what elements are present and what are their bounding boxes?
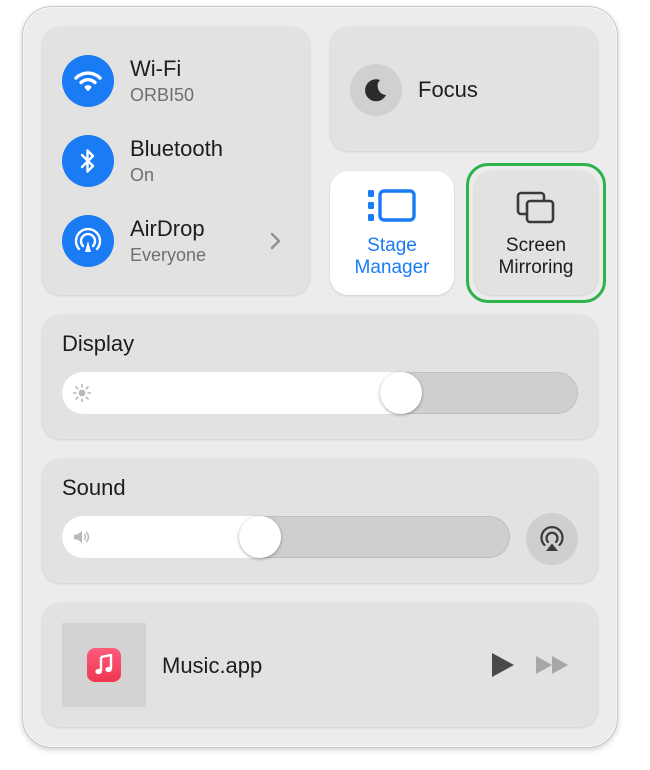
bluetooth-title: Bluetooth [130, 136, 223, 161]
wifi-network-name: ORBI50 [130, 85, 195, 105]
sun-icon [72, 383, 92, 403]
bluetooth-icon[interactable] [62, 135, 114, 187]
focus-label: Focus [418, 77, 478, 102]
stage-manager-tile[interactable]: Stage Manager [330, 171, 454, 295]
fast-forward-icon[interactable] [534, 653, 572, 677]
album-art[interactable] [62, 623, 146, 707]
airdrop-visibility: Everyone [130, 245, 207, 265]
wifi-toggle[interactable]: Wi-Fi ORBI50 [62, 52, 302, 110]
stage-manager-icon [368, 189, 416, 222]
airdrop-toggle[interactable]: AirDrop Everyone [62, 212, 302, 270]
volume-slider[interactable] [62, 516, 510, 558]
connectivity-tile: Wi-Fi ORBI50 Bluetooth On AirDrop Everyo… [42, 27, 310, 295]
display-tile: Display [42, 315, 598, 439]
screen-mirroring-label-line2: Mirroring [498, 257, 574, 278]
bluetooth-status: On [130, 165, 155, 185]
wifi-icon[interactable] [62, 55, 114, 107]
volume-slider-knob[interactable] [239, 516, 281, 558]
screen-mirroring-icon [516, 191, 555, 224]
moon-icon [350, 64, 402, 116]
screen-mirroring-label-line1: Screen [505, 235, 567, 256]
bluetooth-toggle[interactable]: Bluetooth On [62, 132, 302, 190]
sound-tile: Sound [42, 459, 598, 583]
brightness-slider-knob[interactable] [380, 372, 422, 414]
airdrop-title: AirDrop [130, 216, 205, 241]
airplay-audio-icon [540, 526, 564, 551]
stage-manager-label-line1: Stage [367, 235, 417, 256]
wifi-title: Wi-Fi [130, 56, 182, 81]
speaker-icon [74, 531, 90, 543]
music-note-icon [87, 648, 121, 682]
stage-manager-label-line2: Manager [354, 257, 430, 278]
chevron-right-icon[interactable] [264, 230, 286, 252]
now-playing-tile: Music.app [42, 603, 598, 727]
airplay-audio-button[interactable] [526, 513, 578, 565]
screen-mirroring-tile[interactable]: Screen Mirroring [474, 171, 598, 295]
now-playing-app-name: Music.app [162, 653, 263, 678]
display-label: Display [62, 331, 135, 356]
airdrop-icon[interactable] [62, 215, 114, 267]
brightness-slider-fill [62, 372, 422, 414]
sound-label: Sound [62, 475, 126, 500]
play-icon[interactable] [488, 651, 516, 679]
brightness-slider[interactable] [62, 372, 578, 414]
focus-tile[interactable]: Focus [330, 27, 598, 151]
